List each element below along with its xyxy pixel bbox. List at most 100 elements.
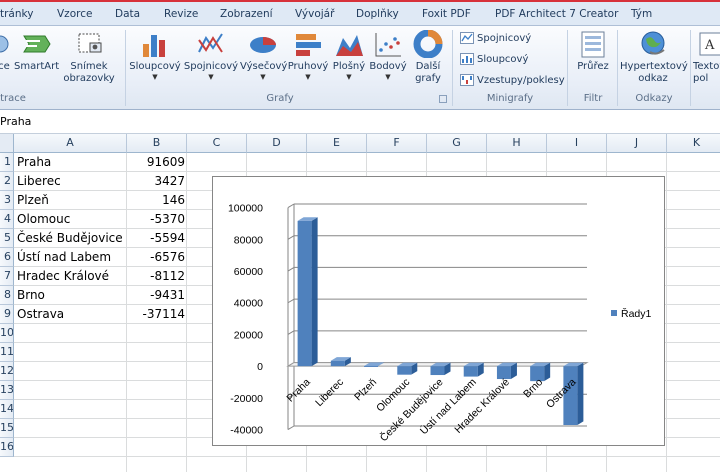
row-header-8[interactable]: 8 [0,286,14,305]
bar-chart-icon [296,34,321,56]
tab-formulas[interactable]: Vzorce [57,8,92,20]
row-header-2[interactable]: 2 [0,172,14,191]
pie-chart-button[interactable]: Výsečový ▼ [240,30,287,81]
bar-olomouc [397,366,412,375]
column-gridline [186,153,187,472]
column-header-i[interactable]: I [547,134,607,153]
column-chart-icon [143,35,165,57]
slicer-button[interactable]: Průřez [572,30,614,73]
tab-data[interactable]: Data [115,8,140,20]
row-header-16[interactable]: 16 [0,438,14,457]
chevron-down-icon: ▼ [208,73,214,81]
row-header-10[interactable]: 10 [0,324,14,343]
sparkline-winloss-button[interactable]: Vzestupy/poklesy [460,74,565,86]
gridline-side [287,203,295,209]
select-all-corner[interactable] [0,134,14,153]
bar-side [577,362,584,426]
cell-city-name[interactable]: Liberec [17,172,125,191]
clipart-icon [0,35,9,53]
y-tick-label: 80000 [234,234,263,246]
tab-team[interactable]: Tým [631,8,652,20]
tab-view[interactable]: Zobrazení [220,8,273,20]
cell-value[interactable]: -9431 [127,286,185,305]
chevron-down-icon: ▼ [305,73,311,81]
row-header-11[interactable]: 11 [0,343,14,362]
tab-developer[interactable]: Vývojář [295,8,334,20]
row-header-13[interactable]: 13 [0,381,14,400]
cell-value[interactable]: -8112 [127,267,185,286]
column-header-a[interactable]: A [14,134,127,153]
cell-city-name[interactable]: Ostrava [17,305,125,324]
cell-city-name[interactable]: Ústí nad Labem [17,248,125,267]
y-tick-label: 20000 [234,329,263,341]
cell-value[interactable]: -5594 [127,229,185,248]
hyperlink-button[interactable]: Hypertextový odkaz [620,30,688,85]
scatter-chart-button[interactable]: Bodový ▼ [368,30,408,81]
formula-bar[interactable]: Praha [0,110,720,134]
tab-page-layout[interactable]: tránky [0,8,33,20]
tab-review[interactable]: Revize [164,8,198,20]
column-header-d[interactable]: D [247,134,307,153]
cell-value[interactable]: 146 [127,191,185,210]
y-tick-label: 0 [257,361,263,373]
row-header-3[interactable]: 3 [0,191,14,210]
dialog-launcher-icon[interactable] [439,95,447,103]
row-header-6[interactable]: 6 [0,248,14,267]
formula-bar-content[interactable]: Praha [0,115,31,128]
row-header-7[interactable]: 7 [0,267,14,286]
gridline-side [287,298,295,304]
row-header-12[interactable]: 12 [0,362,14,381]
tab-foxit-pdf[interactable]: Foxit PDF [422,8,471,20]
smartart-icon [23,35,51,53]
sparkline-column-button[interactable]: Sloupcový [460,53,528,65]
row-header-4[interactable]: 4 [0,210,14,229]
textbox-button[interactable]: A Textové pol [693,30,720,85]
other-charts-label-2: grafy [415,73,441,84]
column-chart-button[interactable]: Sloupcový ▼ [129,30,181,81]
column-header-e[interactable]: E [307,134,367,153]
column-header-b[interactable]: B [127,134,187,153]
tab-pdf-architect[interactable]: PDF Architect 7 Creator [495,8,618,20]
other-charts-button[interactable]: Další grafy [410,30,446,85]
line-chart-button[interactable]: Spojnicový ▼ [183,30,239,81]
cell-value[interactable]: -5370 [127,210,185,229]
cell-city-name[interactable]: Olomouc [17,210,125,229]
cell-city-name[interactable]: Plzeň [17,191,125,210]
group-separator [452,30,453,106]
cell-value[interactable]: -6576 [127,248,185,267]
column-header-k[interactable]: K [667,134,720,153]
column-header-f[interactable]: F [367,134,427,153]
cell-city-name[interactable]: České Budějovice [17,229,125,248]
ribbon-insert: ce SmartArt Snímek obrazovky trace Sloup… [0,26,720,110]
row-header-14[interactable]: 14 [0,400,14,419]
row-header-1[interactable]: 1 [0,153,14,172]
area-chart-button[interactable]: Plošný ▼ [331,30,367,81]
cell-value[interactable]: 91609 [127,153,185,172]
row-header-9[interactable]: 9 [0,305,14,324]
sparkline-line-button[interactable]: Spojnicový [460,32,531,44]
cell-city-name[interactable]: Brno [17,286,125,305]
row-header-5[interactable]: 5 [0,229,14,248]
bar-chart-button[interactable]: Pruhový ▼ [287,30,329,81]
tab-addins[interactable]: Doplňky [356,8,399,20]
cell-value[interactable]: -37114 [127,305,185,324]
group-separator [125,30,126,106]
smartart-button[interactable]: SmartArt [14,30,59,73]
embedded-chart[interactable]: 100000 80000 60000 40000 20000 0 -20000 -40000 P… [212,176,665,446]
clipart-button[interactable]: ce [0,30,12,73]
cell-city-name[interactable]: Hradec Králové [17,267,125,286]
bar-side [311,217,318,367]
textbox-label-1: Textové [693,61,720,72]
legend-swatch [611,310,617,316]
cell-value[interactable]: 3427 [127,172,185,191]
column-header-c[interactable]: C [187,134,247,153]
cell-city-name[interactable]: Praha [17,153,125,172]
x-category-label: Plzeň [352,376,379,403]
column-header-g[interactable]: G [427,134,487,153]
column-header-j[interactable]: J [607,134,667,153]
row-header-15[interactable]: 15 [0,419,14,438]
screenshot-icon [78,33,102,53]
bar-liberec [330,360,345,367]
column-header-h[interactable]: H [487,134,547,153]
screenshot-button[interactable]: Snímek obrazovky [60,30,118,85]
